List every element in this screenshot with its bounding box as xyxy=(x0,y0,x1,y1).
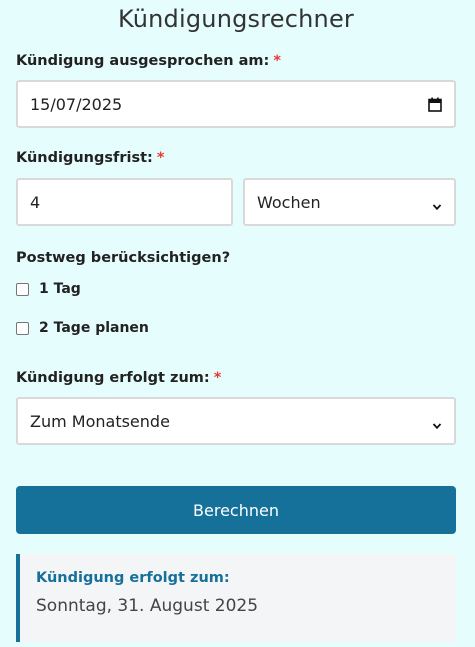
postal-option-1-day[interactable]: 1 Tag xyxy=(16,281,81,297)
chevron-down-icon xyxy=(432,416,442,430)
period-label-text: Kündigungsfrist: xyxy=(16,150,153,166)
period-label: Kündigungsfrist: * xyxy=(16,150,456,166)
period-unit-value: Wochen xyxy=(257,192,321,212)
date-label: Kündigung ausgesprochen am: * xyxy=(16,53,456,69)
postal-label: Postweg berücksichtigen? xyxy=(16,250,231,266)
postal-2-days-checkbox[interactable] xyxy=(16,321,29,335)
required-mark: * xyxy=(156,150,165,166)
period-number-value: 4 xyxy=(30,192,41,212)
required-mark: * xyxy=(213,370,222,386)
chevron-down-icon xyxy=(432,197,442,211)
period-unit-select[interactable]: Wochen xyxy=(243,178,456,226)
postal-2-days-label: 2 Tage planen xyxy=(39,320,149,336)
result-value: Sonntag, 31. August 2025 xyxy=(36,596,259,616)
effective-value: Zum Monatsende xyxy=(30,411,170,431)
date-input[interactable]: 15/07/2025 xyxy=(16,80,456,128)
period-number-input[interactable]: 4 xyxy=(16,178,233,226)
calendar-icon[interactable] xyxy=(428,97,442,112)
postal-option-2-days[interactable]: 2 Tage planen xyxy=(16,320,149,336)
date-label-text: Kündigung ausgesprochen am: xyxy=(16,53,270,69)
postal-1-day-label: 1 Tag xyxy=(39,281,81,297)
result-label: Kündigung erfolgt zum: xyxy=(36,570,230,586)
effective-select[interactable]: Zum Monatsende xyxy=(16,397,456,445)
required-mark: * xyxy=(273,53,281,69)
effective-label: Kündigung erfolgt zum: * xyxy=(16,370,456,386)
page-title: Kündigungsrechner xyxy=(117,5,355,33)
effective-label-text: Kündigung erfolgt zum: xyxy=(16,370,210,386)
date-value: 15/07/2025 xyxy=(30,94,123,114)
postal-1-day-checkbox[interactable] xyxy=(16,282,29,296)
result-box: Kündigung erfolgt zum: Sonntag, 31. Augu… xyxy=(16,554,456,642)
calculate-button[interactable]: Berechnen xyxy=(16,486,456,534)
calculator-form: Kündigungsrechner Kündigung ausgesproche… xyxy=(16,0,456,642)
